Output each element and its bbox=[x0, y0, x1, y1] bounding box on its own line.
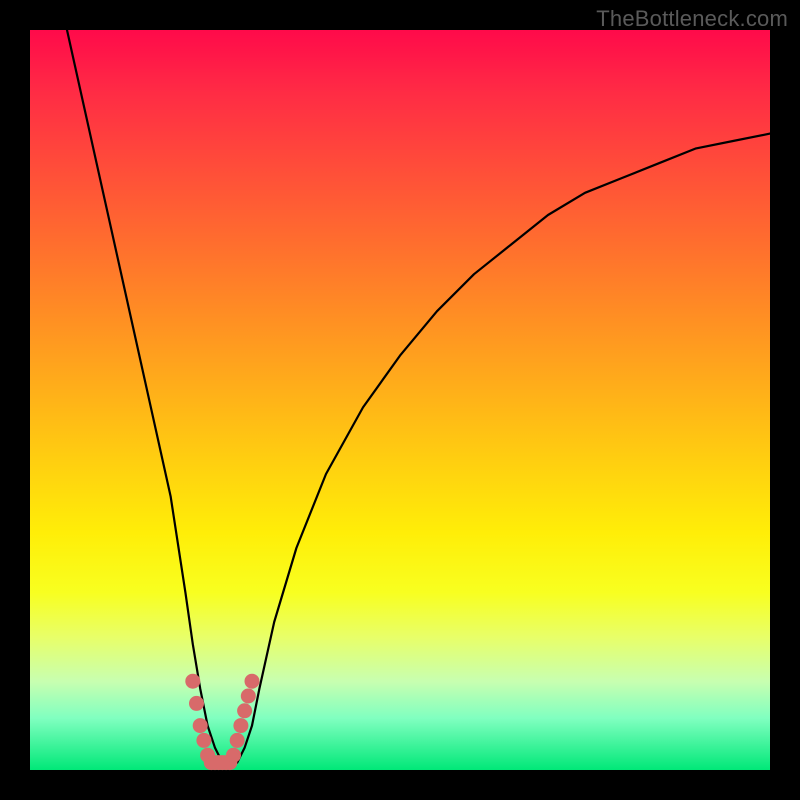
marker-dot bbox=[196, 733, 211, 748]
low-bottleneck-markers bbox=[185, 674, 259, 770]
marker-dot bbox=[230, 733, 245, 748]
marker-dot bbox=[193, 718, 208, 733]
marker-dot bbox=[189, 696, 204, 711]
watermark-text: TheBottleneck.com bbox=[596, 6, 788, 32]
marker-dot bbox=[226, 748, 241, 763]
curve-svg bbox=[30, 30, 770, 770]
marker-dot bbox=[237, 703, 252, 718]
marker-dot bbox=[233, 718, 248, 733]
chart-container: TheBottleneck.com bbox=[0, 0, 800, 800]
marker-dot bbox=[185, 674, 200, 689]
bottleneck-curve-line bbox=[67, 30, 770, 763]
plot-area bbox=[30, 30, 770, 770]
marker-dot bbox=[245, 674, 260, 689]
marker-dot bbox=[241, 689, 256, 704]
